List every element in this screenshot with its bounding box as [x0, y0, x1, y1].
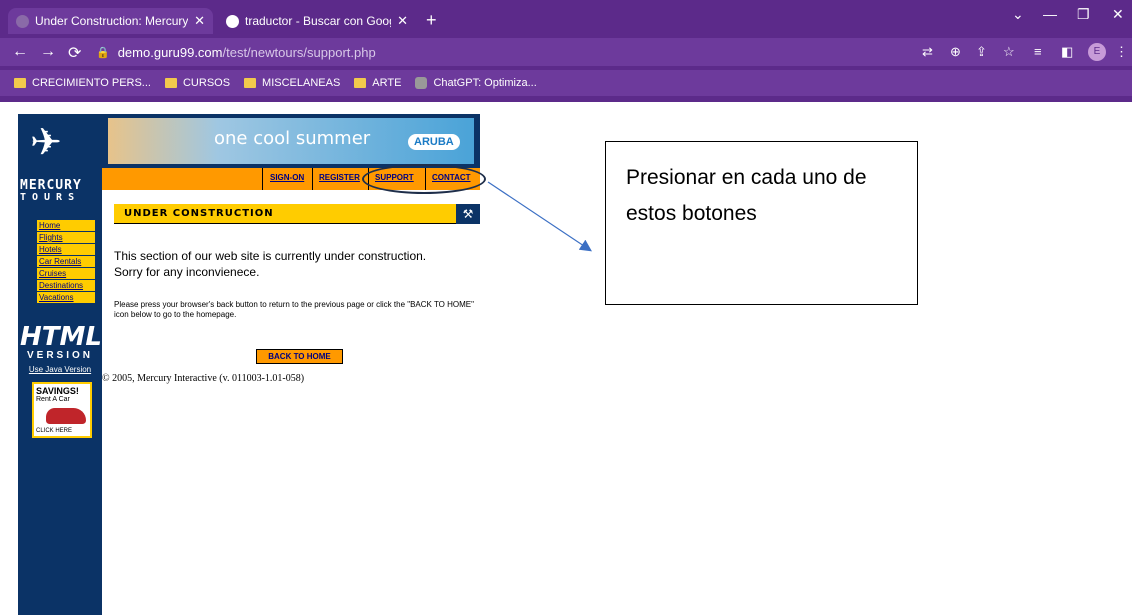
instructions-text: Please press your browser's back button …: [114, 300, 474, 319]
bookmark-miscelaneas[interactable]: MISCELANEAS: [244, 77, 340, 89]
site-favicon-icon: [16, 14, 29, 28]
html-badge-title: HTML: [20, 322, 102, 352]
close-window-button[interactable]: ✕: [1112, 6, 1124, 23]
back-to-home-button[interactable]: BACK TO HOME: [256, 349, 343, 364]
translate-icon[interactable]: ⇄: [922, 44, 933, 60]
bookmark-label: MISCELANEAS: [262, 77, 341, 89]
tools-icon: ⚒: [456, 204, 480, 224]
nav-sign-on[interactable]: SIGN-ON: [270, 173, 304, 182]
tab-under-construction[interactable]: Under Construction: Mercury To ✕: [8, 8, 213, 34]
bookmark-crecimiento[interactable]: CRECIMIENTO PERS...: [14, 77, 151, 89]
savings-ad[interactable]: SAVINGS! Rent A Car CLICK HERE: [32, 382, 92, 438]
new-tab-button[interactable]: +: [426, 10, 437, 31]
bookmark-arte[interactable]: ARTE: [354, 77, 401, 89]
nav-divider: [262, 168, 263, 190]
back-arrow-icon[interactable]: ←: [12, 43, 28, 61]
highlight-oval: [362, 164, 486, 194]
side-nav-vacations[interactable]: Vacations: [37, 292, 95, 303]
bookmark-label: ARTE: [372, 77, 402, 89]
banner-text: one cool summer: [214, 128, 371, 149]
plane-logo-icon: ✈: [30, 122, 62, 164]
side-nav-destinations[interactable]: Destinations: [37, 280, 95, 291]
bookmark-cursos[interactable]: CURSOS: [164, 77, 231, 89]
java-version-link[interactable]: Use Java Version: [20, 365, 100, 374]
page-content: ✈ MERCURY TOURS Home Flights Hotels Car …: [0, 102, 1132, 615]
annotation-note: Presionar en cada uno de estos botones: [605, 141, 918, 305]
tab-title: Under Construction: Mercury To: [35, 14, 189, 28]
tab-strip: Under Construction: Mercury To ✕ traduct…: [8, 6, 1132, 34]
html-version-badge: HTML VERSION Use Java Version: [20, 322, 102, 374]
tab-title: traductor - Buscar con Google: [245, 14, 392, 28]
logo-word-2: TOURS: [20, 192, 81, 203]
html-badge-subtitle: VERSION: [26, 350, 93, 361]
lock-icon: 🔒: [96, 46, 110, 59]
savings-title: SAVINGS!: [36, 386, 79, 396]
zoom-icon[interactable]: ⊕: [950, 44, 961, 60]
aruba-badge: ARUBA: [408, 134, 460, 150]
folder-icon: [164, 78, 177, 88]
logo-word: MERCURY: [20, 178, 82, 193]
side-nav: Home Flights Hotels Car Rentals Cruises …: [23, 220, 97, 304]
bookmark-star-icon[interactable]: ☆: [1003, 44, 1015, 60]
close-tab-icon[interactable]: ✕: [194, 13, 205, 29]
tab-search-icon[interactable]: ⌄: [1012, 6, 1024, 23]
bookmark-label: CURSOS: [182, 77, 231, 89]
left-sidebar: ✈ MERCURY TOURS Home Flights Hotels Car …: [18, 114, 102, 615]
mercury-tours-logo[interactable]: ✈ MERCURY TOURS: [18, 114, 102, 214]
bookmarks-bar: CRECIMIENTO PERS... CURSOS MISCELANEAS A…: [0, 70, 1132, 96]
reading-list-icon[interactable]: ≡: [1034, 44, 1042, 59]
tab-google-search[interactable]: traductor - Buscar con Google ✕: [218, 8, 416, 34]
restore-button[interactable]: ❐: [1077, 6, 1090, 23]
folder-icon: [14, 78, 26, 88]
side-nav-cruises[interactable]: Cruises: [37, 268, 95, 279]
section-header: UNDER CONSTRUCTION ⚒: [114, 204, 480, 224]
forward-arrow-icon[interactable]: →: [40, 43, 56, 61]
click-here-label: CLICK HERE: [36, 428, 73, 434]
bookmark-label: ChatGPT: Optimiza...: [433, 77, 537, 89]
address-toolbar: ← → ⟳ 🔒 demo.guru99.com/test/newtours/su…: [0, 38, 1132, 66]
share-icon[interactable]: ⇪: [976, 44, 987, 60]
side-nav-hotels[interactable]: Hotels: [37, 244, 95, 255]
banner-ad[interactable]: one cool summer ARUBA: [102, 114, 480, 168]
bookmark-chatgpt[interactable]: ChatGPT: Optimiza...: [415, 77, 537, 89]
savings-subtitle: Rent A Car: [36, 396, 70, 403]
close-tab-icon[interactable]: ✕: [397, 13, 408, 29]
bookmark-label: CRECIMIENTO PERS...: [32, 77, 151, 89]
browser-chrome: Under Construction: Mercury To ✕ traduct…: [0, 0, 1132, 102]
url-host: demo.guru99.com: [117, 44, 223, 60]
menu-icon[interactable]: ⋮: [1115, 44, 1128, 60]
copyright-text: © 2005, Mercury Interactive (v. 011003-1…: [102, 373, 305, 384]
car-icon: [46, 408, 86, 424]
profile-avatar[interactable]: E: [1088, 43, 1106, 61]
section-title: UNDER CONSTRUCTION: [124, 208, 274, 219]
google-icon: [226, 14, 239, 28]
construction-message: This section of our web site is currentl…: [114, 249, 427, 279]
side-nav-flights[interactable]: Flights: [37, 232, 95, 243]
minimize-button[interactable]: —: [1043, 6, 1057, 22]
side-nav-home[interactable]: Home: [37, 220, 95, 231]
nav-register[interactable]: REGISTER: [319, 173, 360, 182]
reload-icon[interactable]: ⟳: [68, 43, 81, 63]
url-path: /test/newtours/support.php: [222, 44, 376, 60]
chatgpt-icon: [415, 77, 428, 89]
nav-divider: [312, 168, 313, 190]
folder-icon: [244, 78, 257, 88]
side-nav-car-rentals[interactable]: Car Rentals: [37, 256, 95, 267]
side-panel-icon[interactable]: ◧: [1061, 44, 1073, 60]
folder-icon: [354, 78, 367, 88]
banner-image: one cool summer ARUBA: [108, 118, 474, 164]
